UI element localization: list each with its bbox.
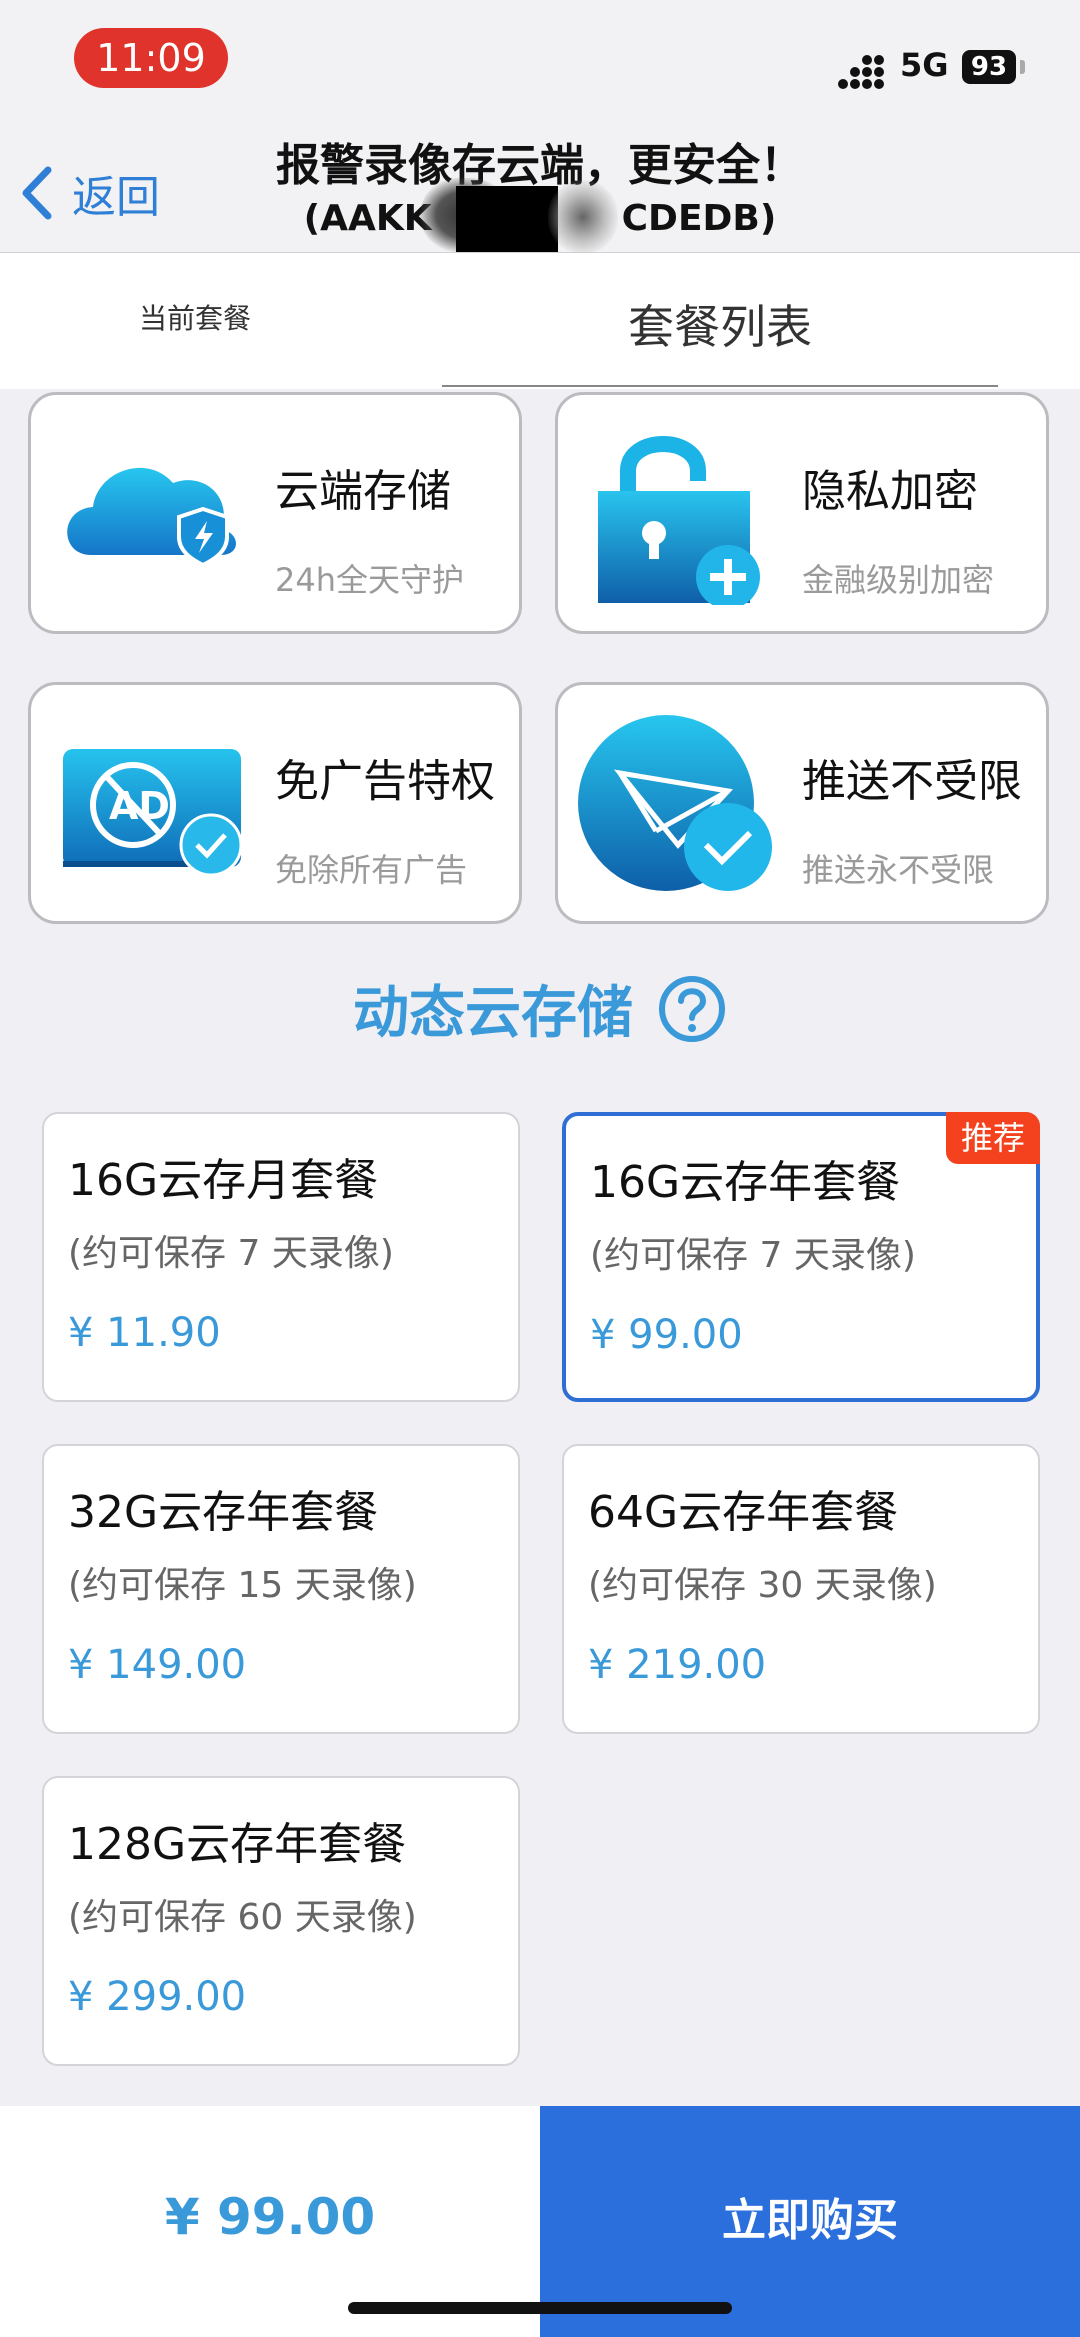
package-note: (约可保存 15 天录像) (68, 1565, 417, 1606)
network-type: 5G (900, 46, 949, 84)
feature-card-push: 推送不受限 推送永不受限 (555, 682, 1049, 924)
cloud-shield-icon (67, 467, 236, 568)
battery-tip (1020, 60, 1025, 74)
no-ad-icon: AD (63, 749, 243, 877)
paper-plane-icon (578, 715, 772, 891)
package-price: ¥ 11.90 (68, 1310, 221, 1356)
back-label: 返回 (72, 172, 160, 223)
section-title-text: 动态云存储 (353, 981, 633, 1046)
question-circle-icon[interactable] (657, 974, 727, 1044)
feature-card-privacy: 隐私加密 金融级别加密 (555, 392, 1049, 634)
feature-subtitle: 推送永不受限 (802, 851, 995, 889)
feature-subtitle: 免除所有广告 (275, 851, 468, 889)
package-name: 32G云存年套餐 (68, 1487, 379, 1538)
feature-title: 免广告特权 (275, 756, 495, 807)
feature-subtitle: 金融级别加密 (802, 561, 995, 599)
feature-card-cloud-storage: 云端存储 24h全天守护 (28, 392, 522, 634)
package-note: (约可保存 7 天录像) (590, 1235, 916, 1276)
package-note: (约可保存 7 天录像) (68, 1233, 394, 1274)
feature-title: 隐私加密 (802, 466, 978, 517)
status-time: 11:09 (74, 28, 228, 88)
package-note: (约可保存 60 天录像) (68, 1897, 417, 1938)
package-card[interactable]: 16G云存月套餐 (约可保存 7 天录像) ¥ 11.90 (42, 1112, 520, 1402)
feature-subtitle: 24h全天守护 (275, 561, 465, 599)
package-price: ¥ 219.00 (588, 1642, 767, 1688)
package-price: ¥ 99.00 (590, 1312, 743, 1358)
tab-current-plan[interactable]: 当前套餐 (80, 297, 310, 337)
signal-icon (838, 55, 884, 89)
package-card[interactable]: 128G云存年套餐 (约可保存 60 天录像) ¥ 299.00 (42, 1776, 520, 2066)
feature-card-no-ads: AD 免广告特权 免除所有广告 (28, 682, 522, 924)
recommend-badge: 推荐 (946, 1112, 1040, 1164)
package-name: 128G云存年套餐 (68, 1819, 407, 1870)
package-note: (约可保存 30 天录像) (588, 1565, 937, 1606)
tab-plan-list[interactable]: 套餐列表 (442, 291, 998, 357)
status-bar: 11:09 5G 93 (0, 0, 1080, 130)
chevron-left-icon (22, 166, 52, 220)
home-indicator[interactable] (348, 2302, 732, 2314)
package-price: ¥ 149.00 (68, 1642, 247, 1688)
back-button[interactable]: 返回 (20, 158, 160, 228)
package-name: 16G云存年套餐 (590, 1157, 901, 1208)
package-card-selected[interactable]: 16G云存年套餐 (约可保存 7 天录像) ¥ 99.00 推荐 (562, 1112, 1040, 1402)
feature-title: 云端存储 (275, 466, 451, 517)
lock-plus-icon (598, 436, 760, 605)
device-id-prefix: (AAKK (303, 198, 432, 239)
tab-underline (442, 385, 998, 387)
section-title: 动态云存储 (0, 968, 1080, 1049)
package-name: 64G云存年套餐 (588, 1487, 899, 1538)
svg-text:AD: AD (109, 784, 170, 828)
device-id-suffix: CDEDB) (621, 198, 777, 239)
redaction-box (456, 186, 558, 252)
battery-icon: 93 (962, 50, 1016, 84)
package-name: 16G云存月套餐 (68, 1155, 379, 1206)
package-price: ¥ 299.00 (68, 1974, 247, 2020)
redaction-blur (548, 180, 618, 254)
tab-bar: 当前套餐 套餐列表 (0, 253, 1080, 389)
package-card[interactable]: 32G云存年套餐 (约可保存 15 天录像) ¥ 149.00 (42, 1444, 520, 1734)
package-card[interactable]: 64G云存年套餐 (约可保存 30 天录像) ¥ 219.00 (562, 1444, 1040, 1734)
feature-title: 推送不受限 (802, 756, 1022, 807)
total-price: ¥ 99.00 (164, 2188, 376, 2246)
